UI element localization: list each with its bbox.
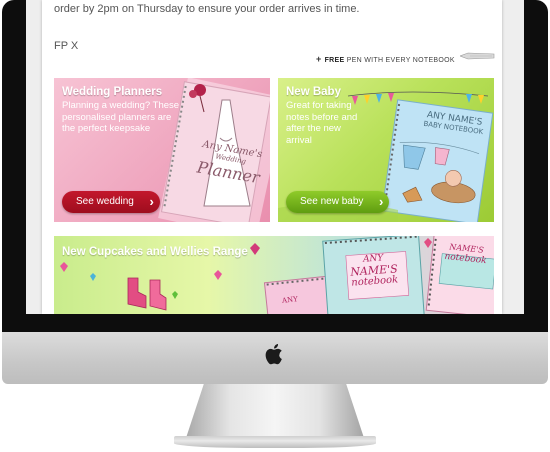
promo-code-text: FP X — [54, 40, 79, 52]
imac-display: order by 2pm on Thursday to ensure your … — [0, 0, 550, 452]
chevron-right-icon: › — [149, 194, 154, 209]
chevron-right-icon: › — [379, 194, 384, 209]
cupcakes-title: New Cupcakes and Wellies Range — [62, 246, 248, 258]
promo-label: PEN WITH EVERY NOTEBOOK — [346, 57, 455, 64]
wedding-planners-banner[interactable]: Any Name's Wedding Planner Wedding Plann… — [54, 78, 270, 222]
pen-icon — [460, 52, 495, 60]
screen: order by 2pm on Thursday to ensure your … — [26, 0, 524, 314]
promo-free-label: FREE — [324, 57, 345, 64]
free-pen-promo[interactable]: + FREE PEN WITH EVERY NOTEBOOK — [316, 54, 455, 64]
plus-icon: + — [316, 54, 322, 64]
cupcake-cover-a1: ANY — [281, 295, 299, 305]
wedding-description: Planning a wedding? These personalised p… — [62, 100, 180, 134]
see-new-baby-label: See new baby — [300, 196, 364, 207]
delivery-notice: order by 2pm on Thursday to ensure your … — [54, 3, 360, 15]
new-baby-description: Great for taking notes before and after … — [286, 100, 358, 146]
apple-logo-icon — [265, 344, 282, 365]
see-new-baby-button[interactable]: See new baby › — [286, 191, 390, 213]
see-wedding-button[interactable]: See wedding › — [62, 191, 160, 213]
new-baby-banner[interactable]: ANY NAME'S BABY NOTEBOOK New Baby Great … — [278, 78, 494, 222]
wedding-title: Wedding Planners — [62, 86, 163, 98]
new-baby-title: New Baby — [286, 86, 341, 98]
imac-stand-neck — [186, 384, 364, 438]
cupcake-cover-a: ANY — [282, 295, 299, 305]
cupcakes-wellies-banner[interactable]: ANY ANY NAME'S notebook NAME'S notebook … — [54, 236, 494, 314]
web-page: order by 2pm on Thursday to ensure your … — [42, 0, 502, 314]
imac-stand-foot — [174, 436, 376, 448]
cupcake-cover-b: ANY NAME'S notebook — [341, 252, 407, 289]
see-wedding-label: See wedding — [76, 196, 134, 207]
